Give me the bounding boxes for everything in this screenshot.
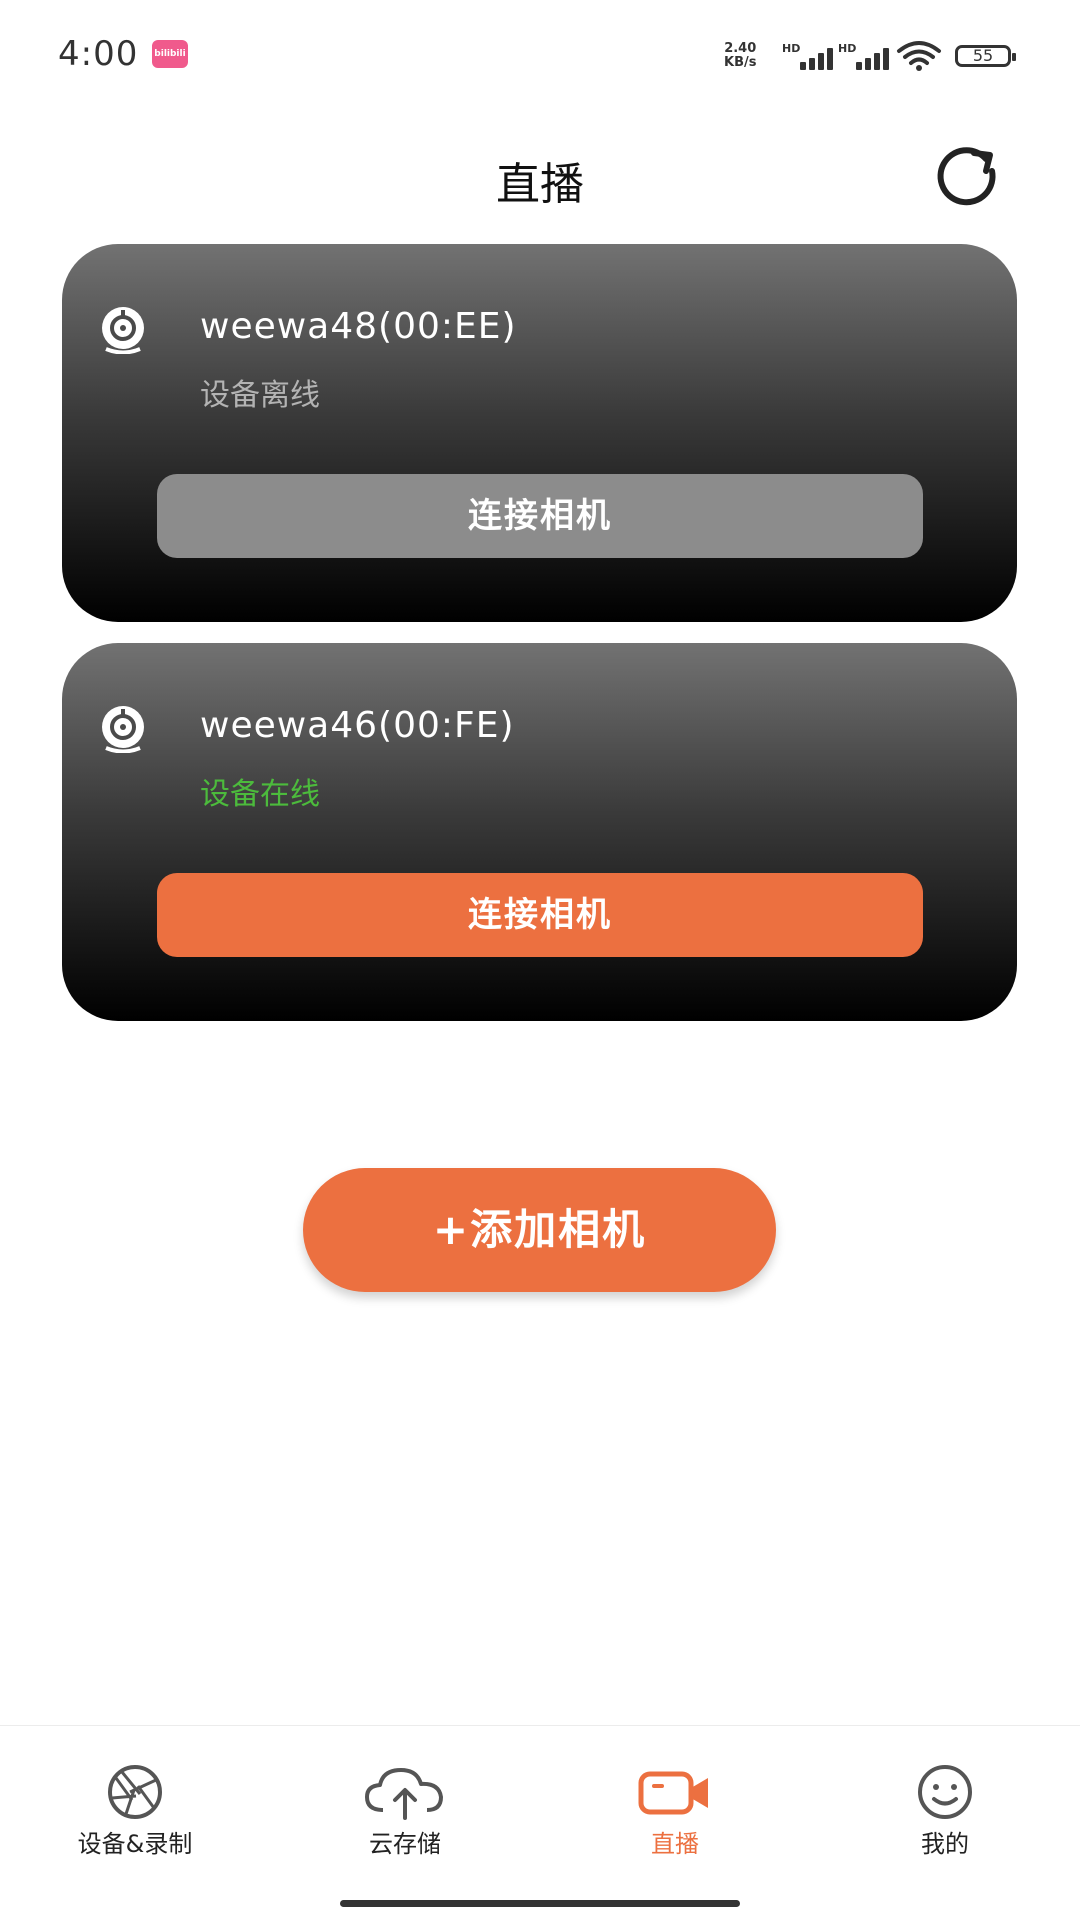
wifi-icon: [897, 41, 941, 71]
device-status: 设备离线: [200, 378, 320, 413]
camera-icon: [102, 706, 144, 753]
nav-label: 我的: [921, 1830, 969, 1858]
connect-camera-button[interactable]: 连接相机: [157, 474, 923, 558]
bilibili-app-icon: bilibili: [152, 40, 188, 68]
device-status: 设备在线: [200, 777, 320, 812]
bottom-nav: 设备&录制 云存储 直播 我的: [0, 1725, 1080, 1921]
nav-item-profile[interactable]: 我的: [845, 1764, 1045, 1859]
page-title: 直播: [496, 159, 584, 210]
video-camera-icon: [638, 1771, 708, 1815]
device-card: weewa46(00:FE) 设备在线 连接相机: [62, 643, 1017, 1021]
cloud-upload-icon: [365, 1768, 443, 1820]
nav-item-cloud-storage[interactable]: 云存储: [305, 1764, 505, 1859]
nav-label: 云存储: [369, 1830, 441, 1858]
status-time: 4:00: [58, 34, 139, 74]
device-name: weewa46(00:FE): [200, 705, 515, 746]
network-speed: 2.40 KB/s: [724, 41, 757, 70]
status-bar: 4:00 bilibili 2.40 KB/s HD HD 55: [0, 0, 1080, 110]
add-camera-button[interactable]: +添加相机: [303, 1168, 776, 1292]
cell-signal-icon-2: HD: [838, 42, 894, 70]
home-indicator[interactable]: [340, 1900, 740, 1907]
smiley-icon: [918, 1765, 972, 1819]
connect-camera-button[interactable]: 连接相机: [157, 873, 923, 957]
device-name: weewa48(00:EE): [200, 306, 517, 347]
refresh-icon[interactable]: [934, 145, 1004, 209]
nav-label: 设备&录制: [77, 1830, 193, 1858]
nav-label: 直播: [651, 1830, 699, 1858]
camera-icon: [102, 307, 144, 354]
cell-signal-icon: HD: [782, 42, 838, 70]
nav-item-live[interactable]: 直播: [575, 1764, 775, 1859]
nav-item-devices-recording[interactable]: 设备&录制: [35, 1764, 235, 1859]
device-card: weewa48(00:EE) 设备离线 连接相机: [62, 244, 1017, 622]
aperture-icon: [108, 1765, 162, 1819]
battery-icon: 55: [955, 45, 1016, 67]
